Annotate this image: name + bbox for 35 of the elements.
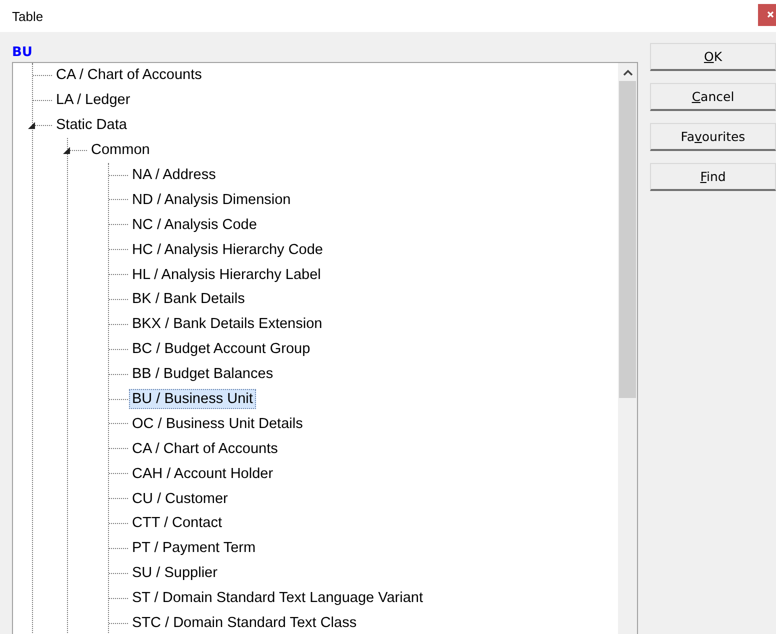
- selection-label: BU: [12, 44, 34, 62]
- tree-item[interactable]: HC / Analysis Hierarchy Code: [129, 240, 326, 260]
- tree-item[interactable]: CU / Customer: [129, 488, 231, 509]
- tree-item[interactable]: SU / Supplier: [129, 563, 220, 584]
- tree-item[interactable]: CAH / Account Holder: [129, 464, 276, 484]
- tree-item[interactable]: BKX / Bank Details Extension: [129, 314, 326, 334]
- tree-item[interactable]: NA / Address: [129, 165, 219, 185]
- tree-item[interactable]: CTT / Contact: [129, 513, 225, 534]
- tree-item[interactable]: Static Data: [53, 115, 130, 136]
- scrollbar-thumb[interactable]: [619, 81, 636, 398]
- dialog-button[interactable]: Find: [650, 163, 776, 191]
- tree-item[interactable]: BK / Bank Details: [129, 289, 248, 310]
- tree-item[interactable]: ST / Domain Standard Text Language Variant: [129, 588, 426, 608]
- tree-item[interactable]: BU / Business Unit: [129, 389, 256, 410]
- scrollbar[interactable]: [618, 63, 637, 634]
- tree-item[interactable]: PT / Payment Term: [129, 538, 259, 558]
- tree-item[interactable]: OC / Business Unit Details: [129, 414, 306, 434]
- tree-item[interactable]: ND / Analysis Dimension: [129, 190, 294, 210]
- tree-item[interactable]: STC / Domain Standard Text Class: [129, 613, 360, 634]
- tree-item[interactable]: NC / Analysis Code: [129, 214, 260, 235]
- tree-item[interactable]: HL / Analysis Hierarchy Label: [129, 264, 324, 285]
- tree-item[interactable]: CA / Chart of Accounts: [53, 65, 205, 86]
- dialog-button[interactable]: Favourites: [650, 123, 776, 151]
- tree-item[interactable]: LA / Ledger: [53, 90, 134, 110]
- expanded-icon[interactable]: [28, 122, 35, 129]
- tree-item[interactable]: BC / Budget Account Group: [129, 339, 314, 360]
- tree-item[interactable]: CA / Chart of Accounts: [129, 438, 281, 459]
- tree-item[interactable]: BB / Budget Balances: [129, 364, 276, 384]
- close-icon[interactable]: [758, 4, 776, 26]
- tree-item[interactable]: Common: [88, 140, 153, 160]
- scroll-up-icon[interactable]: [622, 69, 632, 77]
- expanded-icon[interactable]: [63, 146, 70, 154]
- dialog-button[interactable]: Cancel: [650, 83, 776, 111]
- dialog-button[interactable]: OK: [650, 43, 776, 71]
- window-title: Table: [12, 8, 44, 24]
